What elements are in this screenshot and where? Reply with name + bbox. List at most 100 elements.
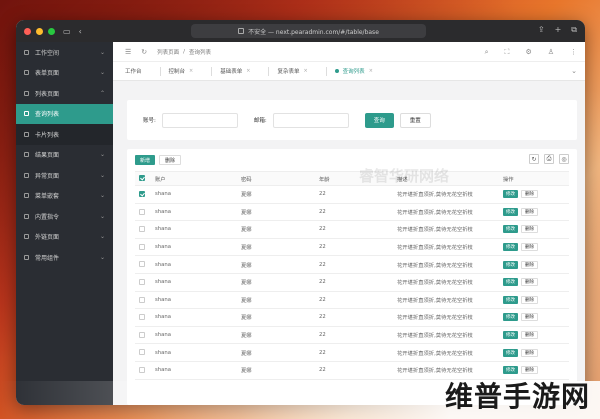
table-row[interactable]: shana 夏娜 22 花开堪折直须折,莫待无花空折枝 修改 删除 bbox=[135, 220, 569, 239]
row-checkbox[interactable] bbox=[139, 243, 145, 250]
settings-icon[interactable]: ⚙ bbox=[525, 48, 531, 57]
share-icon[interactable]: ⇪ bbox=[538, 25, 545, 35]
reset-button[interactable]: 重置 bbox=[399, 112, 431, 128]
edit-button[interactable]: 修改 bbox=[503, 243, 518, 252]
query-button[interactable]: 查询 bbox=[364, 112, 394, 128]
row-checkbox[interactable] bbox=[139, 208, 145, 215]
delete-row-button[interactable]: 删除 bbox=[521, 313, 538, 322]
delete-row-button[interactable]: 删除 bbox=[521, 366, 538, 375]
sidebar-item-label: 常用组件 bbox=[35, 254, 60, 262]
sidebar-item[interactable]: 常用组件 ⌄ bbox=[16, 247, 113, 268]
new-tab-icon[interactable]: + bbox=[555, 25, 562, 35]
page-info-icon[interactable] bbox=[238, 28, 245, 34]
sidebar-item[interactable]: 结果页面 ⌄ bbox=[16, 145, 113, 166]
back-icon[interactable]: ‹ bbox=[79, 27, 82, 36]
edit-button[interactable]: 修改 bbox=[503, 313, 518, 322]
table-row[interactable]: shana 夏娜 22 花开堪折直须折,莫待无花空折枝 修改 删除 bbox=[135, 238, 569, 257]
table-row[interactable]: shana 夏娜 22 花开堪折直须折,莫待无花空折枝 修改 删除 bbox=[135, 291, 569, 310]
page-tab[interactable]: 工作台 bbox=[125, 67, 142, 75]
table-row[interactable]: shana 夏娜 22 花开堪折直须折,莫待无花空折枝 修改 删除 bbox=[135, 273, 569, 292]
delete-row-button[interactable]: 删除 bbox=[521, 243, 538, 252]
tab-overview-icon[interactable]: ⧉ bbox=[571, 25, 577, 35]
fullscreen-icon[interactable]: ⛶ bbox=[505, 48, 510, 57]
sidebar-item[interactable]: 异常页面 ⌄ bbox=[16, 165, 113, 186]
sidebar-item[interactable]: 查询列表 bbox=[16, 103, 113, 124]
page-tab[interactable]: 基础表单 × bbox=[220, 67, 250, 75]
table-row[interactable]: shana 夏娜 22 花开堪折直须折,莫待无花空折枝 修改 删除 bbox=[135, 326, 569, 345]
close-window-button[interactable] bbox=[24, 27, 31, 35]
close-tab-icon[interactable]: × bbox=[369, 68, 373, 74]
close-tab-icon[interactable]: × bbox=[189, 68, 193, 74]
edit-button[interactable]: 修改 bbox=[503, 225, 518, 234]
select-cell bbox=[135, 343, 151, 362]
column-header[interactable]: 密码 bbox=[237, 171, 315, 186]
delete-row-button[interactable]: 删除 bbox=[521, 331, 538, 340]
table-row[interactable]: shana 夏娜 22 花开堪折直须折,莫待无花空折枝 修改 删除 bbox=[135, 343, 569, 362]
edit-button[interactable]: 修改 bbox=[503, 331, 518, 340]
more-icon[interactable]: ⋮ bbox=[570, 48, 577, 57]
batch-delete-button[interactable]: 删除 bbox=[159, 155, 182, 165]
sidebar-item[interactable]: 菜单嵌套 ⌄ bbox=[16, 186, 113, 207]
row-checkbox[interactable] bbox=[139, 331, 145, 338]
edit-button[interactable]: 修改 bbox=[503, 278, 518, 287]
user-icon[interactable]: ♙ bbox=[548, 48, 554, 57]
refresh-table-icon[interactable]: ↻ bbox=[529, 154, 539, 164]
sidebar-item[interactable]: 表单页面 ⌄ bbox=[16, 63, 113, 84]
print-icon[interactable]: ⎙ bbox=[544, 154, 554, 164]
delete-row-button[interactable]: 删除 bbox=[521, 207, 538, 216]
table-row[interactable]: shana 夏娜 22 花开堪折直须折,莫待无花空折枝 修改 删除 bbox=[135, 255, 569, 274]
delete-row-button[interactable]: 删除 bbox=[521, 295, 538, 304]
edit-button[interactable]: 修改 bbox=[503, 190, 518, 199]
row-checkbox[interactable] bbox=[139, 226, 145, 233]
delete-row-button[interactable]: 删除 bbox=[521, 225, 538, 234]
close-tab-icon[interactable]: × bbox=[246, 68, 250, 74]
password-cell: 夏娜 bbox=[237, 203, 315, 222]
add-button[interactable]: 新增 bbox=[135, 155, 156, 165]
zoom-window-button[interactable] bbox=[48, 27, 55, 35]
breadcrumb-item-list[interactable]: 列表页面 bbox=[157, 48, 179, 56]
refresh-icon[interactable]: ↻ bbox=[141, 48, 147, 56]
page-tab[interactable]: 查询列表 × bbox=[334, 67, 373, 75]
page-tab[interactable]: 控制台 × bbox=[169, 67, 194, 75]
sidebar-toggle-icon[interactable]: ▭ bbox=[63, 27, 71, 36]
table-row[interactable]: shana 夏娜 22 花开堪折直须折,莫待无花空折枝 修改 删除 bbox=[135, 185, 569, 204]
table-row[interactable]: shana 夏娜 22 花开堪折直须折,莫待无花空折枝 修改 删除 bbox=[135, 203, 569, 222]
sidebar-item-label: 菜单嵌套 bbox=[35, 193, 60, 201]
row-checkbox[interactable] bbox=[139, 261, 145, 268]
edit-button[interactable]: 修改 bbox=[503, 260, 518, 269]
edit-button[interactable]: 修改 bbox=[503, 295, 518, 304]
columns-icon[interactable]: ◎ bbox=[559, 154, 569, 164]
sidebar-item[interactable]: 工作空间 ⌄ bbox=[16, 42, 113, 63]
sidebar-item[interactable]: 列表页面 ⌃ bbox=[16, 83, 113, 104]
edit-button[interactable]: 修改 bbox=[503, 207, 518, 216]
delete-row-button[interactable]: 删除 bbox=[521, 190, 538, 199]
column-header[interactable]: 账户 bbox=[151, 171, 237, 186]
sidebar-item[interactable]: 卡片列表 bbox=[16, 124, 113, 145]
minimize-window-button[interactable] bbox=[36, 27, 43, 35]
delete-row-button[interactable]: 删除 bbox=[521, 348, 538, 357]
row-checkbox[interactable] bbox=[139, 191, 145, 198]
search-icon[interactable]: ⌕ bbox=[485, 48, 489, 57]
edit-button[interactable]: 修改 bbox=[503, 366, 518, 375]
select-all-checkbox[interactable] bbox=[139, 175, 145, 182]
delete-row-button[interactable]: 删除 bbox=[521, 260, 538, 269]
row-checkbox[interactable] bbox=[139, 366, 145, 373]
edit-button[interactable]: 修改 bbox=[503, 348, 518, 357]
table-row[interactable]: shana 夏娜 22 花开堪折直须折,莫待无花空折枝 修改 删除 bbox=[135, 308, 569, 327]
menu-collapse-icon[interactable]: ☰ bbox=[125, 48, 131, 56]
row-checkbox[interactable] bbox=[139, 296, 145, 303]
account-input[interactable] bbox=[161, 112, 238, 128]
delete-row-button[interactable]: 删除 bbox=[521, 278, 538, 287]
address-bar[interactable]: 不安全 — next.pearadmin.com/#/table/base bbox=[191, 24, 426, 38]
sidebar-item[interactable]: 外链页面 ⌄ bbox=[16, 227, 113, 248]
tab-divider bbox=[325, 66, 327, 76]
row-checkbox[interactable] bbox=[139, 314, 145, 321]
row-checkbox[interactable] bbox=[139, 279, 145, 286]
close-tab-icon[interactable]: × bbox=[303, 68, 307, 74]
menu-item-icon bbox=[24, 172, 29, 178]
sidebar-item[interactable]: 内置指令 ⌄ bbox=[16, 206, 113, 227]
tab-menu-chevron-icon[interactable]: ⌄ bbox=[571, 67, 577, 75]
email-input[interactable] bbox=[272, 112, 349, 128]
row-checkbox[interactable] bbox=[139, 349, 145, 356]
page-tab[interactable]: 复杂表单 × bbox=[277, 67, 307, 75]
